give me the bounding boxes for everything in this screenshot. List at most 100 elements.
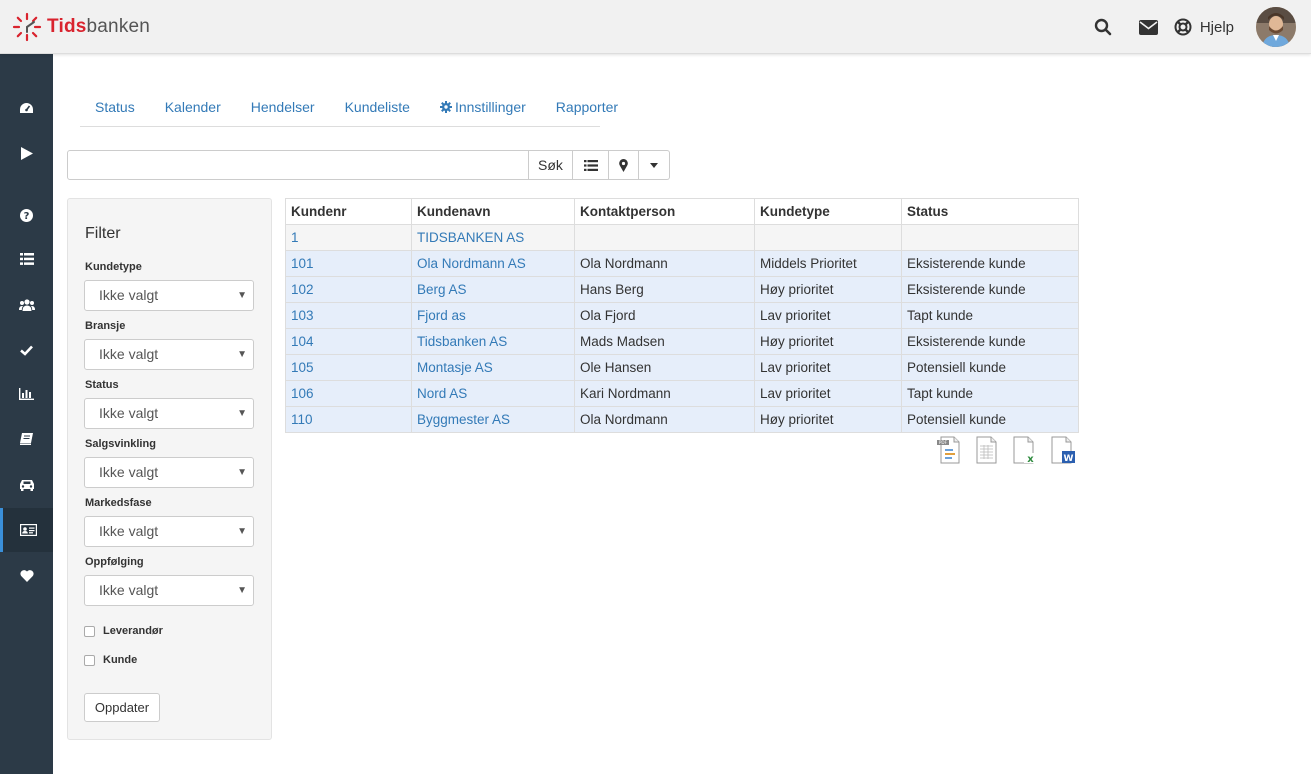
logo-text-grey: banken xyxy=(86,16,151,37)
salgsvinkling-select[interactable]: Ikke valgt ▼ xyxy=(84,457,254,488)
sidebar-item-users[interactable] xyxy=(0,283,53,327)
cell-kundenavn[interactable]: Byggmester AS xyxy=(411,406,575,433)
tab-label: Hendelser xyxy=(250,99,315,115)
logo-text: Tidsbanken xyxy=(47,16,150,38)
cell-kontaktperson: Hans Berg xyxy=(574,276,755,303)
user-avatar[interactable] xyxy=(1256,7,1296,47)
column-header-kundenr[interactable]: Kundenr xyxy=(285,198,412,225)
search-input[interactable] xyxy=(67,150,529,180)
table-row[interactable]: 1 TIDSBANKEN AS xyxy=(285,224,1079,251)
cell-status: Potensiell kunde xyxy=(901,406,1079,433)
bransje-select[interactable]: Ikke valgt ▼ xyxy=(84,339,254,370)
table-row[interactable]: 110 Byggmester AS Ola Nordmann Høy prior… xyxy=(285,406,1079,433)
cell-kontaktperson: Ola Nordmann xyxy=(574,250,755,277)
list-view-button[interactable] xyxy=(573,150,609,180)
list-icon xyxy=(583,159,598,171)
envelope-icon[interactable] xyxy=(1126,0,1172,54)
cell-kundenr[interactable]: 101 xyxy=(285,250,412,277)
tab-hendelser[interactable]: Hendelser xyxy=(236,88,330,126)
tab-innstillinger[interactable]: Innstillinger xyxy=(425,88,541,126)
tab-kundeliste[interactable]: Kundeliste xyxy=(330,88,425,126)
sidebar-item-reports[interactable] xyxy=(0,372,53,416)
cell-kundenr[interactable]: 110 xyxy=(285,406,412,433)
search-icon[interactable] xyxy=(1080,0,1126,54)
cell-kundenavn[interactable]: Nord AS xyxy=(411,380,575,407)
table-row[interactable]: 102 Berg AS Hans Berg Høy prioritet Eksi… xyxy=(285,276,1079,303)
cell-kontaktperson: Ola Nordmann xyxy=(574,406,755,433)
cell-kundetype: Middels Prioritet xyxy=(754,250,902,277)
cell-kundenr[interactable]: 106 xyxy=(285,380,412,407)
help-link[interactable]: Hjelp xyxy=(1174,18,1234,36)
kunde-checkbox[interactable]: Kunde xyxy=(84,654,137,666)
column-header-kundetype[interactable]: Kundetype xyxy=(754,198,902,225)
caret-down-icon: ▼ xyxy=(237,408,247,419)
cell-kundenavn[interactable]: TIDSBANKEN AS xyxy=(411,224,575,251)
select-value: Ikke valgt xyxy=(99,405,159,421)
csv-export-icon[interactable] xyxy=(974,436,1000,464)
cell-kundenavn[interactable]: Fjord as xyxy=(411,302,575,329)
logo-clock-icon xyxy=(12,12,42,42)
table-row[interactable]: 101 Ola Nordmann AS Ola Nordmann Middels… xyxy=(285,250,1079,277)
map-marker-icon xyxy=(619,158,628,172)
cell-status: Eksisterende kunde xyxy=(901,250,1079,277)
sidebar-item-customers[interactable] xyxy=(0,508,53,552)
cell-kundetype: Lav prioritet xyxy=(754,380,902,407)
word-export-icon[interactable]: W xyxy=(1050,436,1076,464)
logo-text-red: Tids xyxy=(47,16,87,37)
table-row[interactable]: 103 Fjord as Ola Fjord Lav prioritet Tap… xyxy=(285,302,1079,329)
checkbox-box[interactable] xyxy=(84,654,95,666)
cell-kundenr[interactable]: 1 xyxy=(285,224,412,251)
caret-down-icon: ▼ xyxy=(237,349,247,360)
cell-kundenavn[interactable]: Tidsbanken AS xyxy=(411,328,575,355)
leverandor-checkbox[interactable]: Leverandør xyxy=(84,625,163,637)
svg-text:W: W xyxy=(1064,454,1074,464)
table-row[interactable]: 106 Nord AS Kari Nordmann Lav prioritet … xyxy=(285,380,1079,407)
options-dropdown-button[interactable] xyxy=(639,150,670,180)
sidebar-item-car[interactable] xyxy=(0,463,53,507)
column-header-kontaktperson[interactable]: Kontaktperson xyxy=(574,198,755,225)
cell-kundenr[interactable]: 105 xyxy=(285,354,412,381)
heart-icon xyxy=(19,569,34,582)
sidebar-item-tasks[interactable] xyxy=(0,328,53,372)
tab-kalender[interactable]: Kalender xyxy=(150,88,236,126)
tab-rapporter[interactable]: Rapporter xyxy=(541,88,633,126)
sidebar-item-help[interactable]: ? xyxy=(0,193,53,237)
cell-kontaktperson: Mads Madsen xyxy=(574,328,755,355)
checkbox-box[interactable] xyxy=(84,625,95,637)
sidebar-item-favorites[interactable] xyxy=(0,553,53,597)
sidebar-item-list[interactable] xyxy=(0,237,53,281)
sidebar-item-play[interactable] xyxy=(0,131,53,175)
excel-export-icon[interactable]: x xyxy=(1012,436,1038,465)
cell-kundenavn[interactable]: Ola Nordmann AS xyxy=(411,250,575,277)
id-card-icon xyxy=(19,524,37,536)
cell-kundenr[interactable]: 103 xyxy=(285,302,412,329)
cell-kundenavn[interactable]: Berg AS xyxy=(411,276,575,303)
column-header-kundenavn[interactable]: Kundenavn xyxy=(411,198,575,225)
cell-status: Eksisterende kunde xyxy=(901,276,1079,303)
gear-icon xyxy=(439,101,452,113)
column-header-status[interactable]: Status xyxy=(901,198,1079,225)
cell-kundenr[interactable]: 102 xyxy=(285,276,412,303)
search-button[interactable]: Søk xyxy=(529,150,573,180)
map-view-button[interactable] xyxy=(609,150,639,180)
cell-kundetype xyxy=(754,224,902,251)
tab-status[interactable]: Status xyxy=(80,88,150,126)
caret-down-icon xyxy=(650,162,658,168)
table-row[interactable]: 105 Montasje AS Ole Hansen Lav prioritet… xyxy=(285,354,1079,381)
table-row[interactable]: 104 Tidsbanken AS Mads Madsen Høy priori… xyxy=(285,328,1079,355)
cell-kundenavn[interactable]: Montasje AS xyxy=(411,354,575,381)
caret-down-icon: ▼ xyxy=(237,526,247,537)
caret-down-icon: ▼ xyxy=(237,290,247,301)
customer-table: Kundenr Kundenavn Kontaktperson Kundetyp… xyxy=(285,198,1079,433)
kundetype-select[interactable]: Ikke valgt ▼ xyxy=(84,280,254,311)
logo[interactable]: Tidsbanken xyxy=(12,12,150,42)
markedsfase-select[interactable]: Ikke valgt ▼ xyxy=(84,516,254,547)
cell-kundenr[interactable]: 104 xyxy=(285,328,412,355)
help-label: Hjelp xyxy=(1199,18,1234,36)
sidebar-item-book[interactable] xyxy=(0,417,53,461)
oppfolging-select[interactable]: Ikke valgt ▼ xyxy=(84,575,254,606)
status-select[interactable]: Ikke valgt ▼ xyxy=(84,398,254,429)
pdf-export-icon[interactable]: PDF xyxy=(936,436,962,464)
update-button[interactable]: Oppdater xyxy=(84,693,160,722)
sidebar-item-dashboard[interactable] xyxy=(0,86,53,130)
